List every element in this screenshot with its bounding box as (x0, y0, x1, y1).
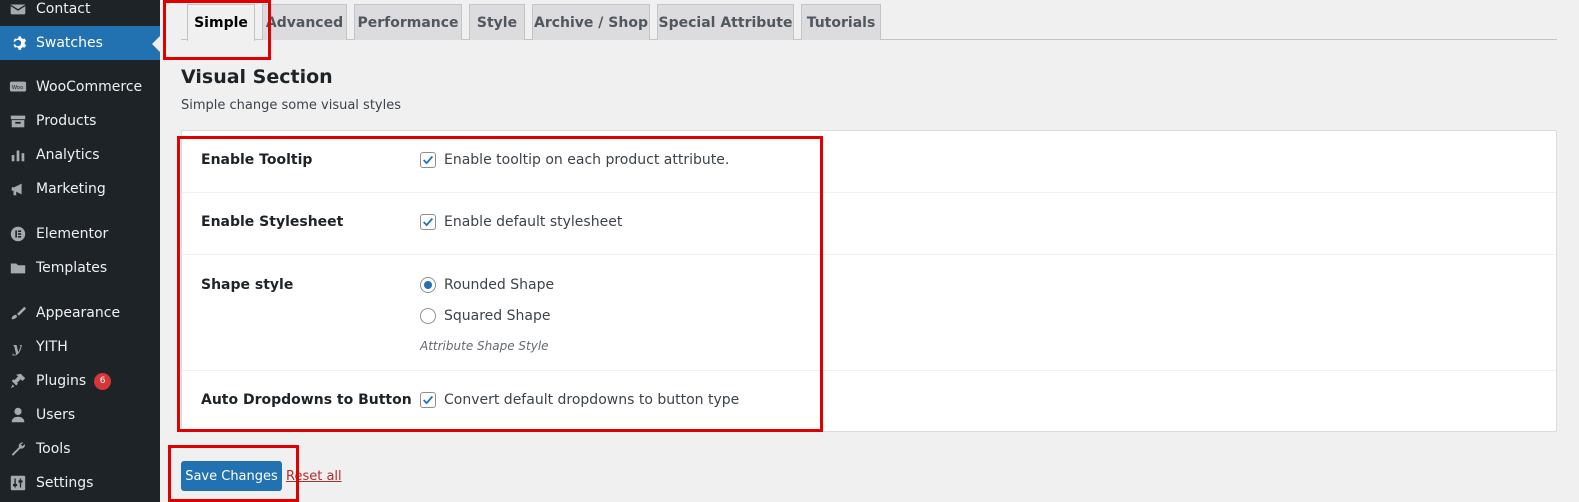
stylesheet-checkbox[interactable] (420, 214, 436, 230)
tooltip-checkbox[interactable] (420, 152, 436, 168)
settings-tab-bar: Simple Advanced Performance Style Archiv… (181, 0, 1557, 41)
tab-style[interactable]: Style (469, 4, 525, 40)
tab-simple[interactable]: Simple (187, 4, 255, 41)
setting-row-tooltip: Enable Tooltip Enable tooltip on each pr… (182, 131, 1556, 193)
auto-dropdowns-label: Auto Dropdowns to Button (201, 392, 412, 408)
folder-icon (0, 259, 36, 277)
save-changes-button[interactable]: Save Changes (181, 461, 282, 491)
archive-icon (0, 112, 36, 130)
sidebar-item-label: Elementor (36, 226, 109, 242)
sidebar-item-tools[interactable]: Tools (0, 432, 160, 466)
shape-style-label: Shape style (201, 277, 294, 293)
sidebar-item-swatches[interactable]: Swatches (0, 26, 160, 60)
tooltip-label: Enable Tooltip (201, 152, 313, 168)
tooltip-checkbox-option[interactable]: Enable tooltip on each product attribute… (420, 152, 729, 168)
setting-row-stylesheet: Enable Stylesheet Enable default stylesh… (182, 193, 1556, 255)
elementor-icon (0, 225, 36, 243)
yith-icon: y (0, 338, 36, 356)
sidebar-item-marketing[interactable]: Marketing (0, 172, 160, 206)
rounded-shape-option[interactable]: Rounded Shape (420, 277, 554, 293)
tab-advanced[interactable]: Advanced (262, 4, 347, 40)
bar-chart-icon (0, 146, 36, 164)
stylesheet-option-text: Enable default stylesheet (444, 214, 623, 230)
sidebar-item-label: Analytics (36, 147, 100, 163)
sidebar-item-templates[interactable]: Templates (0, 251, 160, 285)
sidebar-item-label: Swatches (36, 35, 103, 51)
sidebar-item-label: Appearance (36, 305, 121, 321)
admin-sidebar: Contact Swatches Woo WooCommerce Product… (0, 0, 160, 502)
rounded-shape-radio[interactable] (420, 277, 436, 293)
sidebar-item-users[interactable]: Users (0, 398, 160, 432)
sidebar-item-label: Products (36, 113, 97, 129)
tooltip-option-text: Enable tooltip on each product attribute… (444, 152, 730, 168)
tab-performance[interactable]: Performance (354, 4, 462, 40)
sidebar-item-analytics[interactable]: Analytics (0, 138, 160, 172)
svg-text:Woo: Woo (12, 85, 24, 91)
woocommerce-icon: Woo (0, 78, 36, 96)
tab-special-attribute[interactable]: Special Attribute (657, 4, 794, 40)
user-icon (0, 406, 36, 424)
tab-archive-shop[interactable]: Archive / Shop (532, 4, 650, 40)
sidebar-item-label: Contact (36, 1, 91, 17)
sidebar-item-label: Settings (36, 475, 94, 491)
section-description: Simple change some visual styles (181, 98, 401, 113)
gear-icon (0, 34, 36, 52)
sidebar-item-elementor[interactable]: Elementor (0, 217, 160, 251)
setting-row-auto-dropdowns: Auto Dropdowns to Button Convert default… (182, 371, 1556, 433)
sidebar-item-settings[interactable]: Settings (0, 466, 160, 500)
section-title: Visual Section (181, 66, 333, 88)
sidebar-item-label: Users (36, 407, 76, 423)
sidebar-item-label: Plugins (36, 373, 87, 389)
auto-dropdowns-checkbox[interactable] (420, 392, 436, 408)
sidebar-item-label: WooCommerce (36, 79, 143, 95)
sidebar-item-label: Templates (36, 260, 108, 276)
reset-all-link[interactable]: Reset all (286, 469, 342, 484)
megaphone-icon (0, 180, 36, 198)
envelope-icon (0, 0, 36, 18)
tab-tutorials[interactable]: Tutorials (801, 4, 881, 40)
sidebar-item-appearance[interactable]: Appearance (0, 296, 160, 330)
auto-dropdowns-option-text: Convert default dropdowns to button type (444, 392, 740, 408)
sidebar-item-woocommerce[interactable]: Woo WooCommerce (0, 70, 160, 104)
paintbrush-icon (0, 304, 36, 322)
sidebar-item-label: YITH (36, 339, 68, 355)
svg-text:y: y (12, 339, 23, 356)
wrench-icon (0, 440, 36, 458)
sidebar-item-plugins[interactable]: Plugins 6 (0, 364, 160, 398)
settings-panel: Enable Tooltip Enable tooltip on each pr… (181, 130, 1557, 432)
squared-shape-text: Squared Shape (444, 308, 551, 324)
squared-shape-option[interactable]: Squared Shape (420, 308, 550, 324)
auto-dropdowns-checkbox-option[interactable]: Convert default dropdowns to button type (420, 392, 739, 408)
plugins-update-badge: 6 (94, 372, 112, 390)
sidebar-item-label: Tools (36, 441, 71, 457)
stylesheet-checkbox-option[interactable]: Enable default stylesheet (420, 214, 622, 230)
squared-shape-radio[interactable] (420, 308, 436, 324)
sidebar-item-label: Marketing (36, 181, 106, 197)
settings-sliders-icon (0, 474, 36, 492)
sidebar-item-contact[interactable]: Contact (0, 0, 160, 26)
plugin-icon (0, 372, 36, 390)
setting-row-shape-style: Shape style Rounded Shape Squared Shape … (182, 255, 1556, 371)
shape-style-hint: Attribute Shape Style (420, 339, 549, 353)
stylesheet-label: Enable Stylesheet (201, 214, 344, 230)
sidebar-item-products[interactable]: Products (0, 104, 160, 138)
rounded-shape-text: Rounded Shape (444, 277, 555, 293)
sidebar-item-yith[interactable]: y YITH (0, 330, 160, 364)
